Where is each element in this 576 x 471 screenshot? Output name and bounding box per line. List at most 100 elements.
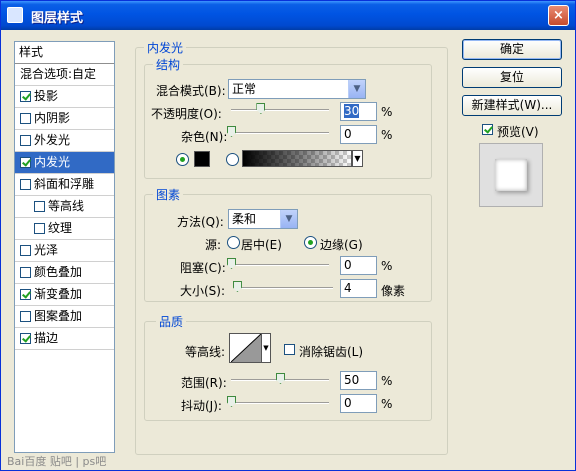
preview-checkbox[interactable] — [482, 124, 493, 135]
anti-alias-checkbox[interactable] — [284, 344, 295, 355]
style-label: 混合选项:自定 — [20, 67, 97, 81]
technique-select[interactable]: 柔和 ▼ — [228, 209, 298, 229]
choke-input[interactable]: 0 — [340, 256, 377, 275]
range-unit: % — [381, 374, 393, 388]
solid-color-radio[interactable] — [176, 153, 189, 166]
size-input[interactable]: 4 — [340, 279, 377, 298]
glow-gradient-swatch[interactable] — [242, 150, 352, 167]
preview-square — [495, 159, 527, 191]
style-label: 纹理 — [48, 221, 73, 235]
contour-linear-icon — [231, 334, 261, 362]
opacity-value: 30 — [344, 104, 360, 118]
anti-alias-label[interactable]: 消除锯齿(L) — [299, 343, 363, 360]
style-label: 描边 — [34, 331, 59, 345]
style-label: 投影 — [34, 89, 59, 103]
jitter-input[interactable]: 0 — [340, 394, 377, 413]
noise-input[interactable]: 0 — [340, 125, 377, 144]
style-checkbox[interactable] — [20, 113, 31, 124]
style-list-item[interactable]: 颜色叠加 — [15, 262, 114, 284]
ok-button[interactable]: 确定 — [462, 39, 562, 60]
contour-picker[interactable]: ▼ — [229, 333, 271, 363]
blend-mode-label: 混合模式(B): — [156, 84, 226, 98]
style-list-item[interactable]: 纹理 — [15, 218, 114, 240]
style-checkbox[interactable] — [20, 179, 31, 190]
new-style-button[interactable]: 新建样式(W)... — [462, 95, 562, 116]
quality-title: 品质 — [156, 313, 187, 330]
style-label: 渐变叠加 — [34, 287, 83, 301]
opacity-slider[interactable] — [231, 102, 329, 116]
noise-slider-track — [231, 132, 329, 134]
opacity-slider-thumb[interactable] — [256, 103, 266, 114]
preview-label[interactable]: 预览(V) — [497, 123, 539, 140]
source-center-radio[interactable] — [227, 236, 240, 249]
blend-mode-select[interactable]: 正常 ▼ — [228, 79, 366, 99]
source-center-label[interactable]: 居中(E) — [241, 236, 282, 253]
style-checkbox[interactable] — [20, 157, 31, 168]
style-list-item[interactable]: 内发光 — [15, 152, 114, 174]
noise-slider[interactable] — [227, 125, 329, 139]
close-button[interactable]: × — [548, 5, 569, 26]
reset-button[interactable]: 复位 — [462, 67, 562, 88]
style-checkbox[interactable] — [20, 267, 31, 278]
size-slider[interactable] — [232, 280, 333, 294]
title-bar[interactable]: 图层样式 × — [1, 1, 575, 30]
choke-slider-track — [231, 264, 329, 266]
style-checkbox[interactable] — [20, 289, 31, 300]
style-list-item[interactable]: 混合选项:自定 — [15, 64, 114, 86]
style-checkbox[interactable] — [20, 245, 31, 256]
style-list-item[interactable]: 等高线 — [15, 196, 114, 218]
style-list-item[interactable]: 外发光 — [15, 130, 114, 152]
noise-label: 杂色(N): — [181, 130, 228, 144]
contour-label: 等高线: — [185, 345, 226, 359]
glow-color-swatch[interactable] — [194, 151, 210, 167]
layer-style-dialog: 图层样式 × 样式 混合选项:自定 投影 内阴影 外发光 内发光 斜面和浮雕 等高线 纹理 光泽… — [0, 0, 576, 471]
source-edge-radio[interactable] — [304, 236, 317, 249]
style-label: 内阴影 — [34, 111, 71, 125]
choke-label: 阻塞(C): — [180, 261, 226, 275]
style-list-item[interactable]: 光泽 — [15, 240, 114, 262]
range-label: 范围(R): — [181, 376, 227, 390]
style-checkbox[interactable] — [20, 311, 31, 322]
style-checkbox[interactable] — [34, 223, 45, 234]
choke-slider[interactable] — [227, 257, 329, 271]
source-label: 源: — [205, 238, 222, 252]
opacity-unit: % — [381, 105, 393, 119]
chevron-down-icon: ▼ — [280, 210, 297, 228]
elements-title: 图素 — [153, 186, 184, 203]
gradient-picker-chevron-icon[interactable]: ▼ — [352, 150, 363, 167]
baidu-watermark: Bai百度 贴吧 | ps吧 — [7, 455, 107, 468]
style-checkbox[interactable] — [34, 201, 45, 212]
style-list-item[interactable]: 内阴影 — [15, 108, 114, 130]
opacity-label: 不透明度(O): — [151, 107, 222, 121]
jitter-unit: % — [381, 397, 393, 411]
structure-title: 结构 — [153, 56, 184, 73]
style-list-item[interactable]: 描边 — [15, 328, 114, 350]
styles-list-header[interactable]: 样式 — [15, 42, 114, 64]
style-checkbox[interactable] — [20, 135, 31, 146]
style-preview-swatch — [479, 143, 543, 207]
style-list-item[interactable]: 渐变叠加 — [15, 284, 114, 306]
size-slider-thumb[interactable] — [232, 281, 242, 292]
style-checkbox[interactable] — [20, 91, 31, 102]
style-list-item[interactable]: 图案叠加 — [15, 306, 114, 328]
style-label: 内发光 — [34, 155, 71, 169]
range-slider[interactable] — [231, 372, 329, 386]
size-slider-track — [235, 287, 333, 289]
window-title: 图层样式 — [31, 11, 84, 26]
inner-glow-title: 内发光 — [144, 39, 187, 56]
gradient-radio[interactable] — [226, 153, 239, 166]
style-list-item[interactable]: 投影 — [15, 86, 114, 108]
technique-label: 方法(Q): — [177, 215, 224, 229]
chevron-down-icon: ▼ — [261, 334, 270, 362]
style-list-item[interactable]: 斜面和浮雕 — [15, 174, 114, 196]
range-slider-thumb[interactable] — [276, 373, 285, 384]
opacity-input[interactable]: 30 — [340, 102, 377, 121]
size-unit: 像素 — [381, 284, 406, 298]
size-label: 大小(S): — [180, 284, 226, 298]
style-checkbox[interactable] — [20, 333, 31, 344]
range-input[interactable]: 50 — [340, 371, 377, 390]
noise-unit: % — [381, 128, 393, 142]
jitter-slider[interactable] — [227, 395, 329, 409]
styles-list: 样式 混合选项:自定投影内阴影外发光内发光斜面和浮雕 等高线纹理光泽 颜色叠加渐变叠… — [14, 41, 115, 453]
source-edge-label[interactable]: 边缘(G) — [320, 236, 363, 253]
